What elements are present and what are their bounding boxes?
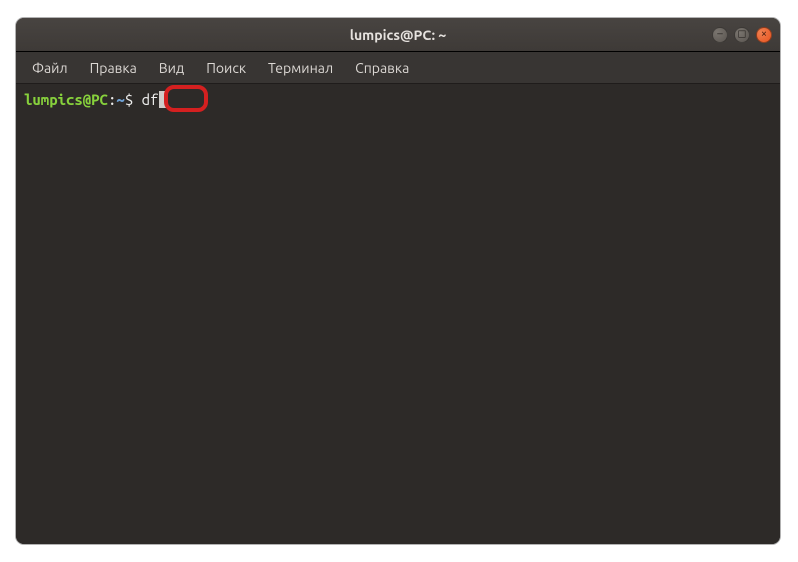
minimize-icon: – bbox=[717, 29, 722, 40]
window-controls: – ◻ × bbox=[712, 27, 772, 43]
prompt-symbol: $ bbox=[125, 91, 133, 108]
command-text: df bbox=[133, 91, 158, 108]
menu-view[interactable]: Вид bbox=[149, 56, 194, 80]
prompt-user-host: lumpics@PC bbox=[24, 91, 108, 108]
window-title: lumpics@PC: ~ bbox=[350, 27, 447, 43]
prompt-line: lumpics@PC:~$ df bbox=[24, 90, 772, 110]
command-value: df bbox=[142, 91, 159, 108]
maximize-button[interactable]: ◻ bbox=[734, 27, 750, 43]
terminal-body[interactable]: lumpics@PC:~$ df bbox=[16, 84, 780, 544]
minimize-button[interactable]: – bbox=[712, 27, 728, 43]
close-icon: × bbox=[761, 29, 767, 40]
maximize-icon: ◻ bbox=[737, 29, 746, 40]
menu-search[interactable]: Поиск bbox=[196, 56, 256, 80]
close-button[interactable]: × bbox=[756, 27, 772, 43]
menu-file[interactable]: Файл bbox=[22, 56, 78, 80]
menubar: Файл Правка Вид Поиск Терминал Справка bbox=[16, 52, 780, 84]
menu-terminal[interactable]: Терминал bbox=[258, 56, 343, 80]
menu-edit[interactable]: Правка bbox=[80, 56, 147, 80]
terminal-window: lumpics@PC: ~ – ◻ × Файл Правка Вид Поис… bbox=[16, 18, 780, 544]
cursor-icon bbox=[159, 91, 168, 108]
prompt-path: ~ bbox=[116, 91, 124, 108]
titlebar: lumpics@PC: ~ – ◻ × bbox=[16, 18, 780, 52]
menu-help[interactable]: Справка bbox=[345, 56, 419, 80]
